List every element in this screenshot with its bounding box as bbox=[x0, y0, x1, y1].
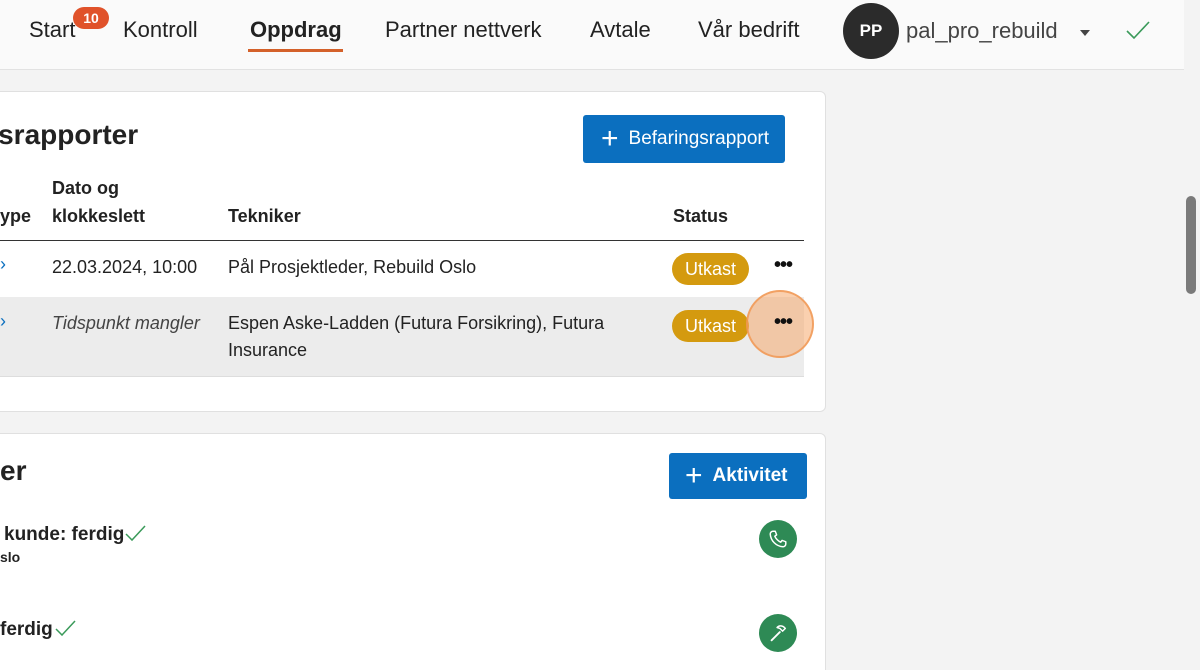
table-header-divider bbox=[0, 240, 804, 241]
nav-item-partner-nettverk[interactable]: Partner nettverk bbox=[385, 17, 542, 43]
plus-icon: + bbox=[601, 122, 619, 155]
add-activity-label: Aktivitet bbox=[712, 465, 788, 486]
activity-title: ferdig bbox=[0, 619, 53, 640]
more-options-button[interactable]: ••• bbox=[768, 255, 798, 278]
row-divider bbox=[0, 376, 804, 377]
activity-title: kunde: ferdig bbox=[4, 524, 125, 545]
activities-title: er bbox=[0, 455, 27, 486]
column-header-type: ype bbox=[0, 206, 32, 226]
row-link-icon[interactable]: › bbox=[0, 311, 6, 332]
hammer-icon[interactable] bbox=[759, 614, 797, 652]
nav-item-avtale[interactable]: Avtale bbox=[590, 17, 651, 43]
phone-icon[interactable] bbox=[759, 520, 797, 558]
more-options-button[interactable]: ••• bbox=[768, 312, 798, 335]
active-tab-indicator bbox=[248, 49, 343, 52]
scrollbar-track[interactable] bbox=[1184, 0, 1200, 670]
status-badge: Utkast bbox=[672, 253, 750, 285]
column-header-status: Status bbox=[673, 206, 729, 226]
user-menu-name[interactable]: pal_pro_rebuild bbox=[906, 18, 1058, 44]
row-technician: Espen Aske-Ladden (Futura Forsikring), F… bbox=[228, 313, 605, 360]
scrollbar-thumb[interactable] bbox=[1186, 196, 1196, 294]
reports-title: gsrapporter bbox=[0, 119, 139, 150]
plus-icon: + bbox=[685, 459, 703, 492]
add-activity-button[interactable]: + Aktivitet bbox=[669, 453, 807, 499]
notification-badge: 10 bbox=[73, 7, 109, 29]
nav-item-start[interactable]: Start bbox=[29, 17, 75, 43]
add-inspection-report-button[interactable]: + Befaringsrapport bbox=[583, 115, 785, 163]
chevron-down-icon[interactable] bbox=[1080, 30, 1090, 36]
row-link-icon[interactable]: › bbox=[0, 254, 6, 275]
add-inspection-report-label: Befaringsrapport bbox=[628, 128, 769, 149]
nav-item-oppdrag[interactable]: Oppdrag bbox=[250, 17, 342, 43]
row-date: 22.03.2024, 10:00 bbox=[52, 257, 198, 277]
nav-item-var-bedrift[interactable]: Vår bedrift bbox=[698, 17, 800, 43]
column-header-technician: Tekniker bbox=[228, 206, 301, 226]
nav-item-kontroll[interactable]: Kontroll bbox=[123, 17, 198, 43]
activity-subtitle: slo bbox=[0, 549, 21, 565]
checkmark-icon bbox=[1126, 21, 1150, 40]
hammer-icon-glyph bbox=[770, 625, 787, 642]
row-date-missing: Tidspunkt mangler bbox=[52, 313, 200, 333]
avatar[interactable]: PP bbox=[843, 3, 899, 59]
column-header-date: Dato og klokkeslett bbox=[52, 178, 146, 226]
row-technician: Pål Prosjektleder, Rebuild Oslo bbox=[228, 257, 477, 277]
status-badge: Utkast bbox=[672, 310, 750, 342]
top-navigation: Start 10 Kontroll Oppdrag Partner nettve… bbox=[0, 0, 1184, 70]
checkmark-icon bbox=[55, 620, 76, 637]
phone-icon-glyph bbox=[769, 530, 787, 548]
checkmark-icon bbox=[125, 525, 146, 542]
